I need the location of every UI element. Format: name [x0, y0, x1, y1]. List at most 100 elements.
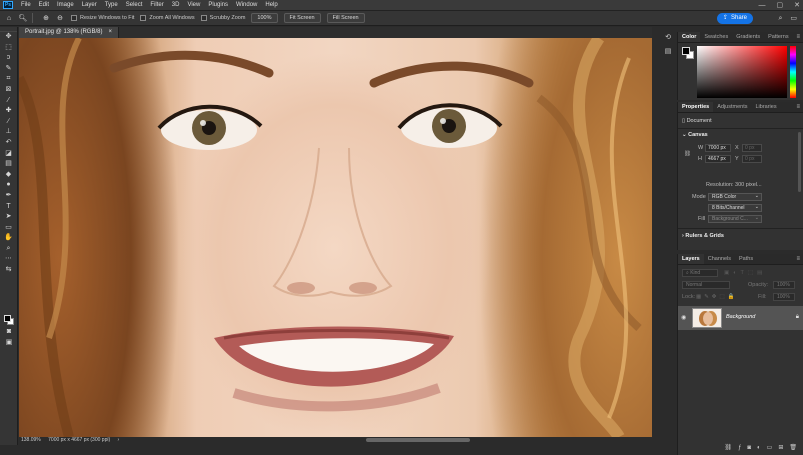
default-colors-icon[interactable]: ⇆	[3, 265, 15, 275]
path-select-tool-icon[interactable]: ➤	[3, 212, 15, 222]
menu-select[interactable]: Select	[122, 0, 147, 11]
pen-tool-icon[interactable]: ✒	[3, 191, 15, 201]
quick-select-tool-icon[interactable]: ✎	[3, 64, 15, 74]
menu-file[interactable]: File	[17, 0, 35, 11]
tab-paths[interactable]: Paths	[735, 254, 757, 264]
zoom-tool-icon[interactable]: ⌕	[3, 244, 15, 254]
canvas-section-header[interactable]: ⌄ Canvas	[682, 132, 708, 138]
screen-mode-icon[interactable]: ▣	[3, 338, 15, 348]
layer-filter-kind[interactable]: ⌕ Kind	[682, 269, 718, 277]
menu-image[interactable]: Image	[53, 0, 78, 11]
foreground-color-swatch[interactable]	[4, 315, 11, 322]
y-field[interactable]: 0 px	[742, 155, 762, 163]
close-icon[interactable]: ✕	[794, 0, 800, 11]
layer-name[interactable]: Background	[726, 314, 755, 320]
photoshop-logo[interactable]: Ps	[3, 1, 13, 9]
horizontal-scrollbar[interactable]	[366, 438, 470, 442]
history-panel-icon[interactable]: ⟲	[665, 33, 671, 41]
marquee-tool-icon[interactable]: ⬚	[3, 43, 15, 53]
layer-filter-icons[interactable]: ▣◐T⬚▤	[724, 269, 766, 277]
tab-swatches[interactable]: Swatches	[700, 32, 732, 42]
zoom-level[interactable]: 138.09%	[21, 437, 41, 443]
menu-layer[interactable]: Layer	[78, 0, 101, 11]
opacity-field[interactable]: 100%	[773, 281, 795, 289]
eraser-tool-icon[interactable]: ◪	[3, 149, 15, 159]
healing-brush-tool-icon[interactable]: ✚	[3, 106, 15, 116]
tab-libraries[interactable]: Libraries	[751, 102, 780, 112]
more-tools-icon[interactable]: ⋯	[3, 254, 15, 264]
move-tool-icon[interactable]: ✥	[3, 32, 15, 42]
fx-icon[interactable]: ƒ	[738, 443, 741, 453]
eyedropper-tool-icon[interactable]: ⁄	[3, 96, 15, 106]
rulers-grids-section-header[interactable]: › Rulers & Grids	[682, 233, 724, 239]
properties-scrollbar[interactable]	[798, 132, 801, 192]
zoom-100-button[interactable]: 100%	[251, 13, 278, 23]
tab-channels[interactable]: Channels	[704, 254, 735, 264]
close-tab-icon[interactable]: ×	[108, 27, 112, 38]
panel-menu-icon[interactable]: ≡	[796, 32, 800, 43]
tab-patterns[interactable]: Patterns	[764, 32, 792, 42]
fill-screen-button[interactable]: Fill Screen	[326, 13, 365, 23]
add-mask-icon[interactable]: ◙	[747, 443, 751, 453]
delete-layer-icon[interactable]: 🗑︎	[789, 443, 797, 453]
zoom-all-windows-checkbox[interactable]: Zoom All Windows	[140, 15, 195, 21]
brush-tool-icon[interactable]: ∕	[3, 117, 15, 127]
menu-plugins[interactable]: Plugins	[204, 0, 232, 11]
menu-type[interactable]: Type	[101, 0, 122, 11]
fill-dropdown[interactable]: Background C...	[708, 215, 762, 223]
tab-gradients[interactable]: Gradients	[732, 32, 764, 42]
lock-icon[interactable]: 🔒︎	[796, 314, 799, 321]
blur-tool-icon[interactable]: ◆	[3, 170, 15, 180]
menu-edit[interactable]: Edit	[35, 0, 53, 11]
layer-row[interactable]: ◉ Background 🔒︎	[678, 306, 803, 330]
document-info[interactable]: 7000 px x 4667 px (300 ppi)	[48, 437, 110, 443]
workspace-icon[interactable]: ▭	[790, 13, 797, 24]
home-icon[interactable]: ⌂	[4, 13, 14, 23]
zoom-out-icon[interactable]: ⊖	[55, 13, 65, 23]
lasso-tool-icon[interactable]: ↄ	[3, 53, 15, 63]
frame-tool-icon[interactable]: ⊠	[3, 85, 15, 95]
resize-windows-checkbox[interactable]: Resize Windows to Fit	[71, 15, 134, 21]
scrubby-zoom-checkbox[interactable]: Scrubby Zoom	[200, 15, 245, 21]
status-arrow-icon[interactable]: ›	[118, 437, 120, 443]
search-icon[interactable]: ⌕	[778, 13, 782, 24]
panel-menu-icon[interactable]: ≡	[796, 254, 800, 265]
menu-filter[interactable]: Filter	[146, 0, 167, 11]
new-layer-icon[interactable]: ⊞	[778, 443, 783, 453]
bit-depth-dropdown[interactable]: 8 Bits/Channel	[708, 204, 762, 212]
menu-help[interactable]: Help	[261, 0, 281, 11]
zoom-in-icon[interactable]: ⊕	[41, 13, 51, 23]
panel-menu-icon[interactable]: ≡	[796, 102, 800, 113]
lock-icons[interactable]: ▦✎✥⬚🔒	[696, 293, 737, 301]
minimize-icon[interactable]: —	[759, 0, 766, 11]
hand-tool-icon[interactable]: ✋	[3, 233, 15, 243]
checkbox-box[interactable]	[200, 15, 207, 21]
clone-stamp-tool-icon[interactable]: ⊥	[3, 127, 15, 137]
rectangle-tool-icon[interactable]: ▭	[3, 223, 15, 233]
mode-dropdown[interactable]: RGB Color	[708, 193, 762, 201]
fill-field[interactable]: 100%	[773, 293, 795, 301]
checkbox-box[interactable]	[71, 15, 77, 21]
eye-icon[interactable]: ◉	[681, 314, 686, 321]
new-group-icon[interactable]: ▭	[767, 443, 773, 453]
comments-panel-icon[interactable]: ▤	[665, 47, 672, 55]
document-tab[interactable]: Portrait.jpg @ 138% (RGB/8) ×	[19, 27, 119, 38]
maximize-icon[interactable]: ▢	[777, 0, 784, 11]
hue-slider[interactable]	[790, 46, 796, 98]
tab-color[interactable]: Color	[678, 32, 701, 42]
fit-screen-button[interactable]: Fit Screen	[283, 13, 321, 23]
type-tool-icon[interactable]: T	[3, 202, 15, 212]
crop-tool-icon[interactable]: ⌗	[3, 74, 15, 84]
share-button[interactable]: ⇪ Share	[716, 13, 753, 24]
zoom-tool-icon[interactable]: 🔍︎	[18, 13, 28, 23]
dodge-tool-icon[interactable]: ●	[3, 180, 15, 190]
menu-view[interactable]: View	[183, 0, 204, 11]
gradient-tool-icon[interactable]: ▤	[3, 159, 15, 169]
history-brush-tool-icon[interactable]: ↶	[3, 138, 15, 148]
tab-adjustments[interactable]: Adjustments	[713, 102, 751, 112]
quick-mask-icon[interactable]: ◙	[3, 327, 15, 337]
menu-window[interactable]: Window	[232, 0, 261, 11]
tab-layers[interactable]: Layers	[678, 254, 704, 264]
checkbox-box[interactable]	[140, 15, 147, 21]
adjustment-layer-icon[interactable]: ◐	[757, 443, 761, 453]
